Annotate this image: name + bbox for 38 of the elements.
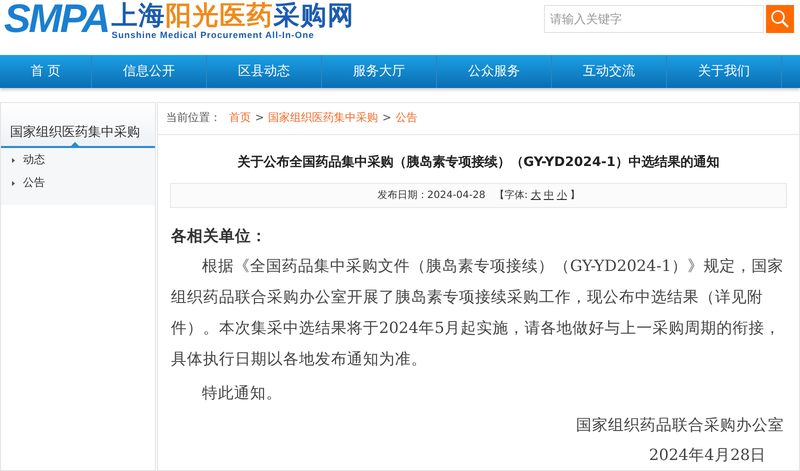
signature: 国家组织药品联合采购办公室 [576,415,784,436]
nav-link[interactable]: 区县动态 [238,62,290,82]
bullet-icon [12,180,15,186]
logo-mark: SMPA [4,2,109,36]
search-icon [770,9,790,29]
search-button[interactable] [766,5,794,33]
article-paragraph: 特此通知。 [201,383,283,404]
breadcrumb-link[interactable]: 公告 [395,110,418,127]
site-subtitle: Sunshine Medical Procurement All-In-One [112,30,316,40]
sidebar-title: 国家组织医药集中采购 [9,124,140,142]
sidebar-item[interactable]: 动态 [1,149,155,171]
signed-date: 2024年4月28日 [648,445,766,466]
font-size-label: 【字体: [494,188,528,203]
breadcrumb-separator: > [255,110,264,126]
font-size-link[interactable]: 中 [544,188,554,203]
article-title: 关于公布全国药品集中采购（胰岛素专项接续）（GY-YD2024-1）中选结果的通知 [236,155,721,171]
font-size-link[interactable]: 大 [530,188,541,203]
breadcrumb-link[interactable]: 首页 [229,110,251,127]
breadcrumb-link[interactable]: 国家组织医药集中采购 [268,110,378,127]
nav-link[interactable]: 首 页 [30,62,61,82]
salutation: 各相关单位： [171,225,268,247]
site-title-part: 采购网 [274,2,355,30]
font-size-end: 】 [570,188,580,203]
nav-link[interactable]: 公众服务 [468,62,520,82]
nav-link[interactable]: 关于我们 [698,62,750,82]
article-paragraph: 根据《全国药品集中采购文件（胰岛素专项接续）（GY-YD2024-1）》规定，国家组织药品联合采购办公室开展了胰岛素专项接续采购工作，现公布中选结果（详见附件）。本次集采中选结果将于2024年5月起实施，请各地做好与上一采购周期的衔接，具体执行日期以各地发布通知为准。 [171,256,784,370]
nav-link[interactable]: 服务大厅 [353,62,405,82]
font-size-link[interactable]: 小 [556,188,567,203]
site-title-part: 上海 [112,2,166,30]
publish-date: 发布日期：2024-04-28 [377,188,486,203]
bullet-icon [12,158,15,162]
nav-link[interactable]: 互动交流 [583,62,635,82]
nav-link[interactable]: 信息公开 [123,62,175,82]
search-field[interactable]: 请输入关键字 [544,5,764,33]
sidebar-item[interactable]: 公告 [1,172,155,194]
breadcrumb-separator: > [382,110,392,126]
site-title-part: 阳光医药 [166,2,274,30]
breadcrumb-label: 当前位置： [166,110,221,126]
